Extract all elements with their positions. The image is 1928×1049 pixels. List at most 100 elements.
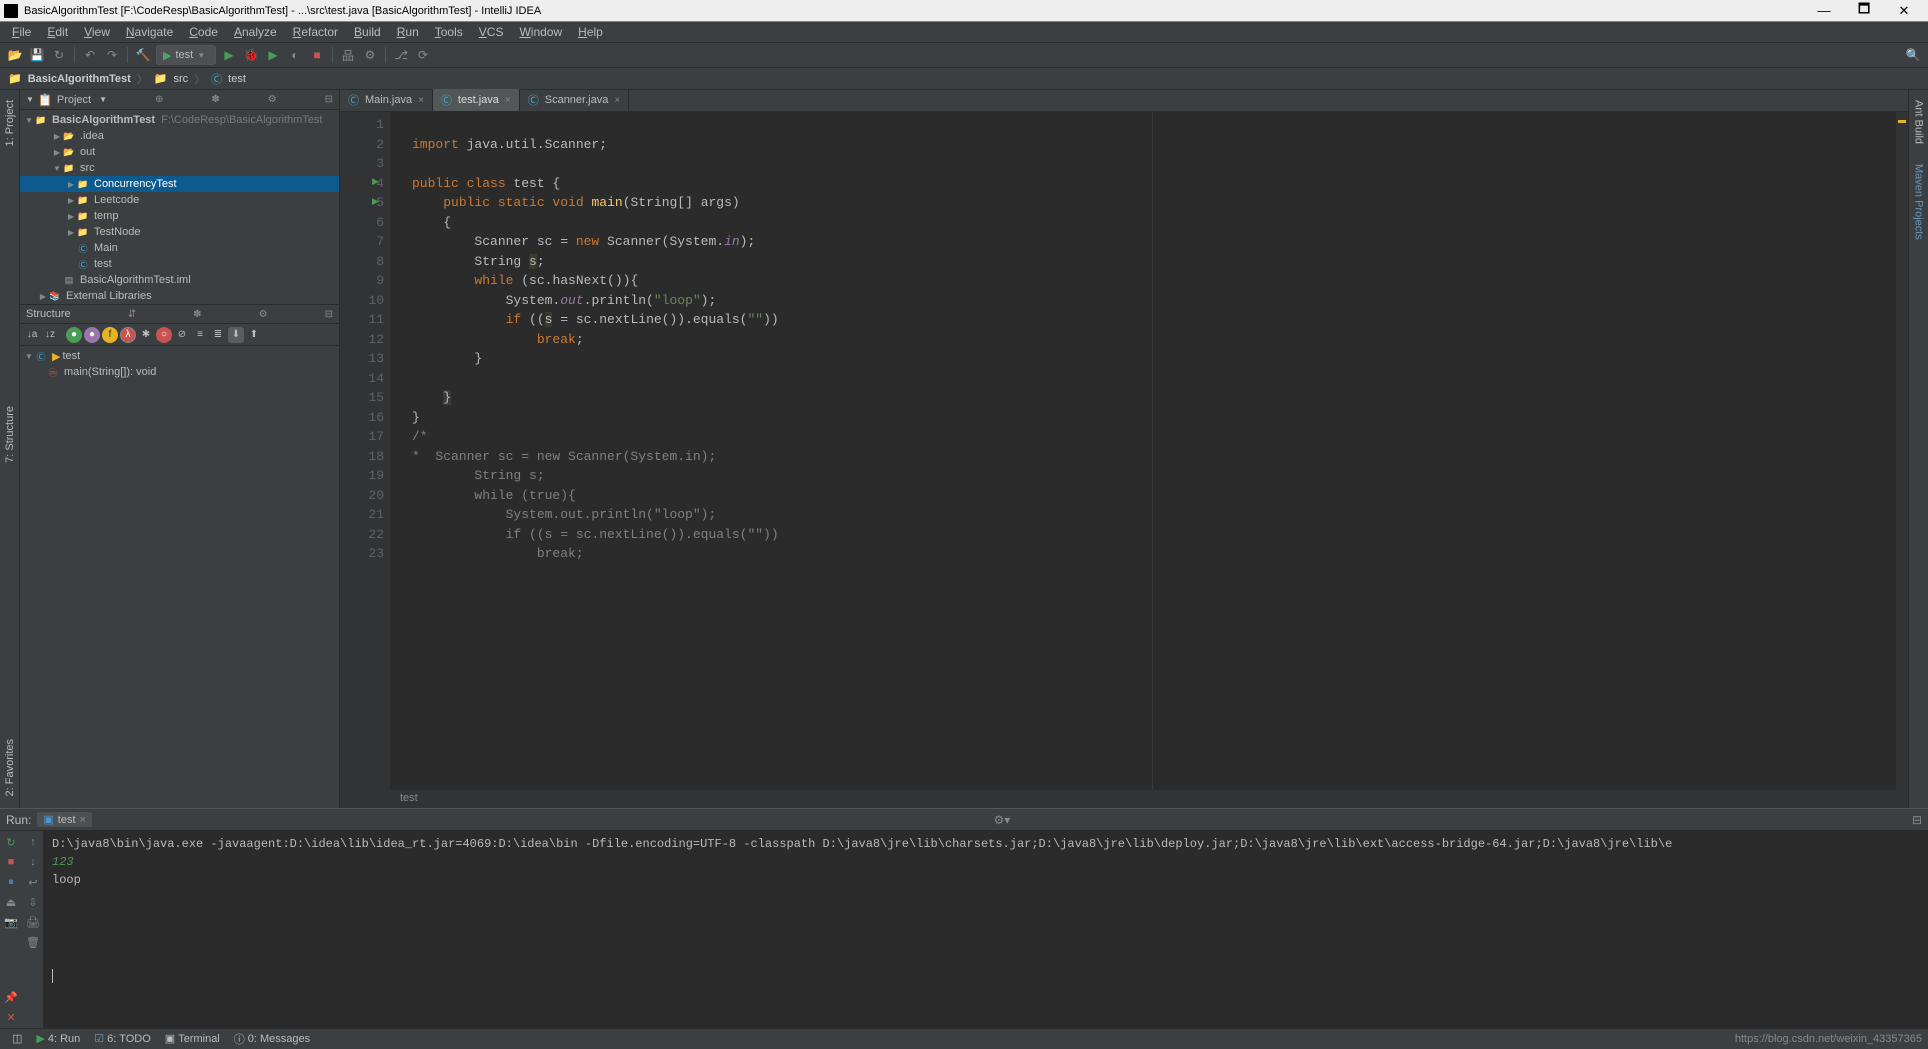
project-tool-tab[interactable]: 1: Project — [2, 94, 18, 152]
sort-icon[interactable]: ↓a — [24, 327, 40, 343]
menu-run[interactable]: Run — [389, 23, 427, 41]
wrap-icon[interactable]: ↩ — [24, 873, 42, 891]
dump-icon[interactable]: 📷 — [2, 913, 20, 931]
scroll-icon[interactable]: ⇩ — [24, 893, 42, 911]
collapse-icon[interactable]: ⊕ — [155, 94, 163, 105]
print-icon[interactable]: 🖨 — [24, 913, 42, 931]
filter2-icon[interactable]: ● — [84, 327, 100, 343]
structure-tree[interactable]: ▼Ⓒ ▶ test ⓜ main(String[]): void — [20, 346, 339, 808]
tree-item[interactable]: ⒸMain — [20, 240, 339, 256]
menu-code[interactable]: Code — [181, 23, 226, 41]
run-cfg[interactable]: ▣ test × — [37, 812, 92, 827]
tree-item[interactable]: ▶📂out — [20, 144, 339, 160]
struct-root[interactable]: ▼Ⓒ ▶ test — [20, 348, 339, 364]
profile-icon[interactable]: ◐ — [286, 46, 304, 64]
status-todo[interactable]: ☑6: TODO — [88, 1030, 156, 1047]
tree-item[interactable]: ▼📁src — [20, 160, 339, 176]
code-body[interactable]: import java.util.Scanner; public class t… — [390, 112, 1896, 790]
scroll-icon[interactable]: ✽ — [211, 94, 219, 105]
editor-tab[interactable]: ⒸScanner.java× — [520, 89, 629, 111]
run-icon[interactable]: ▶ — [220, 46, 238, 64]
up-icon[interactable]: ↑ — [24, 833, 42, 851]
project-tree[interactable]: ▼📁 BasicAlgorithmTest F:\CodeResp\BasicA… — [20, 110, 339, 304]
refresh-icon[interactable]: ↻ — [50, 46, 68, 64]
tree-item[interactable]: ▶📂.idea — [20, 128, 339, 144]
gear-icon[interactable]: ⚙▾ — [994, 813, 1011, 827]
tree-item[interactable]: ▶📁ConcurrencyTest — [20, 176, 339, 192]
tree-item[interactable]: Ⓒtest — [20, 256, 339, 272]
filter8-icon[interactable]: ≡ — [192, 327, 208, 343]
editor-breadcrumb[interactable]: test — [340, 790, 1908, 808]
git-icon[interactable]: ⎇ — [392, 46, 410, 64]
open-icon[interactable]: 📂 — [6, 46, 24, 64]
autoscroll2-icon[interactable]: ⬆ — [246, 327, 262, 343]
structure-icon[interactable]: 品 — [339, 46, 357, 64]
find-icon[interactable]: ⚙ — [361, 46, 379, 64]
favorites-tool-tab[interactable]: 2: Favorites — [2, 733, 18, 802]
update-icon[interactable]: ⟳ — [414, 46, 432, 64]
pause-icon[interactable]: ⏸ — [2, 873, 20, 891]
menu-window[interactable]: Window — [511, 23, 570, 41]
pin-icon[interactable]: 📌 — [2, 988, 20, 1006]
rerun-icon[interactable]: ↻ — [2, 833, 20, 851]
close-button[interactable]: ✕ — [1884, 3, 1924, 19]
filter6-icon[interactable]: ○ — [156, 327, 172, 343]
close-icon[interactable]: ✕ — [2, 1008, 20, 1026]
tree-item[interactable]: ▶📁Leetcode — [20, 192, 339, 208]
menu-refactor[interactable]: Refactor — [285, 23, 346, 41]
editor-tab[interactable]: Ⓒtest.java× — [433, 89, 520, 111]
crumb-project[interactable]: BasicAlgorithmTest — [28, 73, 131, 85]
run-config-selector[interactable]: ▶ test ▼ — [156, 45, 216, 65]
crumb-file[interactable]: test — [228, 73, 246, 85]
stop-icon[interactable]: ■ — [2, 853, 20, 871]
line-gutter[interactable]: ▶ ▶ 123456789101112131415161718192021222… — [340, 112, 390, 790]
scroll-icon[interactable]: ✽ — [193, 309, 201, 320]
filter4-icon[interactable]: λ — [120, 327, 136, 343]
menu-file[interactable]: File — [4, 23, 39, 41]
crumb-src[interactable]: src — [174, 73, 189, 85]
menu-analyze[interactable]: Analyze — [226, 23, 285, 41]
exit-icon[interactable]: ⏏ — [2, 893, 20, 911]
search-icon[interactable]: 🔍 — [1904, 46, 1922, 64]
status-messages[interactable]: ⓘ0: Messages — [228, 1029, 316, 1049]
gutter-run-icon[interactable]: ▶ — [372, 193, 379, 213]
coverage-icon[interactable]: ▶ — [264, 46, 282, 64]
filter3-icon[interactable]: f — [102, 327, 118, 343]
tree-root[interactable]: ▼📁 BasicAlgorithmTest F:\CodeResp\BasicA… — [20, 112, 339, 128]
filter7-icon[interactable]: ⊘ — [174, 327, 190, 343]
maven-tab[interactable]: Maven Projects — [1911, 158, 1927, 246]
save-icon[interactable]: 💾 — [28, 46, 46, 64]
hide-panels-icon[interactable]: ◫ — [6, 1030, 28, 1047]
menu-help[interactable]: Help — [570, 23, 611, 41]
redo-icon[interactable]: ↷ — [103, 46, 121, 64]
sort2-icon[interactable]: ↓z — [42, 327, 58, 343]
warning-marker[interactable] — [1898, 120, 1906, 123]
ant-build-tab[interactable]: Ant Build — [1911, 94, 1927, 150]
hammer-icon[interactable]: 🔨 — [134, 46, 152, 64]
minimize-button[interactable]: — — [1804, 3, 1844, 18]
structure-tool-tab[interactable]: 7: Structure — [2, 400, 18, 469]
filter-icon[interactable]: ● — [66, 327, 82, 343]
editor-tab[interactable]: ⒸMain.java× — [340, 89, 433, 111]
expand-icon[interactable]: ⇵ — [128, 309, 136, 320]
debug-icon[interactable]: 🐞 — [242, 46, 260, 64]
tree-item[interactable]: ▤BasicAlgorithmTest.iml — [20, 272, 339, 288]
menu-view[interactable]: View — [76, 23, 118, 41]
menu-edit[interactable]: Edit — [39, 23, 76, 41]
hide-icon[interactable]: ⊟ — [325, 94, 333, 105]
overview-ruler[interactable] — [1896, 112, 1908, 790]
hide-icon[interactable]: ⊟ — [1912, 813, 1922, 827]
status-run[interactable]: ▶4: Run — [30, 1030, 86, 1047]
menu-build[interactable]: Build — [346, 23, 389, 41]
autoscroll-icon[interactable]: ⬇ — [228, 327, 244, 343]
filter5-icon[interactable]: ✱ — [138, 327, 154, 343]
hide-icon[interactable]: ⊟ — [325, 309, 333, 320]
status-terminal[interactable]: ▣Terminal — [159, 1030, 226, 1047]
gear-icon[interactable]: ⚙ — [259, 309, 268, 320]
gutter-run-icon[interactable]: ▶ — [372, 173, 379, 193]
menu-navigate[interactable]: Navigate — [118, 23, 181, 41]
tree-item[interactable]: ▶📁temp — [20, 208, 339, 224]
maximize-button[interactable]: 🗖 — [1844, 0, 1884, 22]
tree-item[interactable]: ▶📚External Libraries — [20, 288, 339, 304]
undo-icon[interactable]: ↶ — [81, 46, 99, 64]
